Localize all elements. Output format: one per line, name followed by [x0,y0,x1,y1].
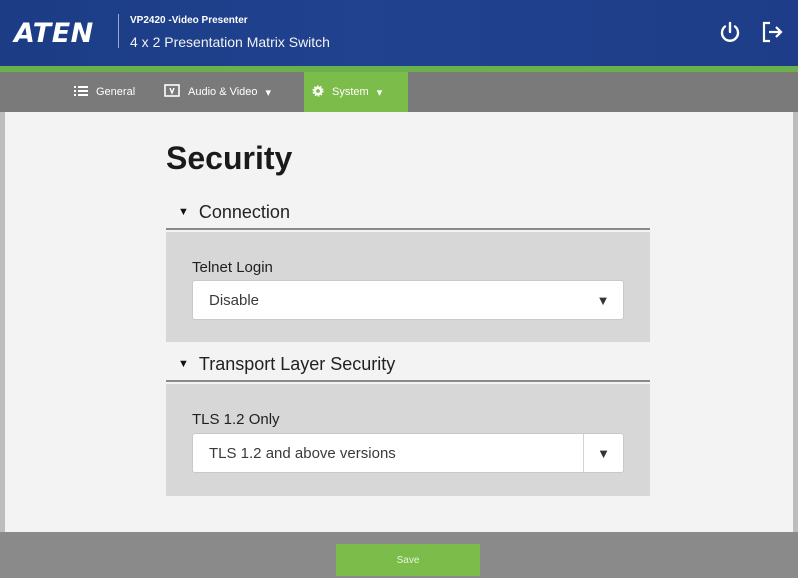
right-border [793,112,798,532]
section-tls-header[interactable]: ▼ Transport Layer Security [166,348,650,382]
power-icon[interactable] [716,18,744,46]
collapse-caret-icon: ▼ [178,358,189,370]
list-icon [74,85,88,99]
nav-av-caret: ▾ [265,86,272,99]
nav-general-label: General [96,86,136,98]
page-title: Security [166,140,293,176]
nav-system-label: System [332,86,369,98]
section-connection-title: Connection [198,201,290,222]
main-nav: General Audio & Video ▾ System ▾ [0,72,798,112]
telnet-login-value: Disable [209,291,260,309]
collapse-caret-icon: ▼ [178,206,189,218]
section-tls-title: Transport Layer Security [198,353,396,374]
nav-system-caret: ▾ [376,86,383,99]
logout-icon[interactable] [758,18,786,46]
app-header: ATEN VP2420 -Video Presenter 4 x 2 Prese… [0,0,798,66]
logo-divider [118,14,119,48]
nav-av-label: Audio & Video [188,86,258,98]
nav-system[interactable]: System ▾ [304,72,408,112]
nav-audio-video[interactable]: Audio & Video ▾ [164,72,271,112]
av-icon [164,84,180,100]
tls-only-label: TLS 1.2 Only [192,411,280,428]
dropdown-arrow-icon: ▼ [596,292,610,308]
telnet-login-label: Telnet Login [192,259,273,276]
tls-version-select[interactable]: TLS 1.2 and above versions ▼ [192,433,624,473]
tls-version-value: TLS 1.2 and above versions [209,444,396,462]
section-connection-header[interactable]: ▼ Connection [166,196,650,230]
save-button[interactable]: Save [336,544,480,576]
aten-logo: ATEN [14,18,94,49]
telnet-login-select[interactable]: Disable ▼ [192,280,624,320]
dropdown-arrow-icon: ▼ [583,434,623,472]
model-name: VP2420 -Video Presenter [130,15,248,26]
gear-icon [312,84,324,100]
device-title: 4 x 2 Presentation Matrix Switch [130,34,330,50]
nav-general[interactable]: General [74,72,135,112]
